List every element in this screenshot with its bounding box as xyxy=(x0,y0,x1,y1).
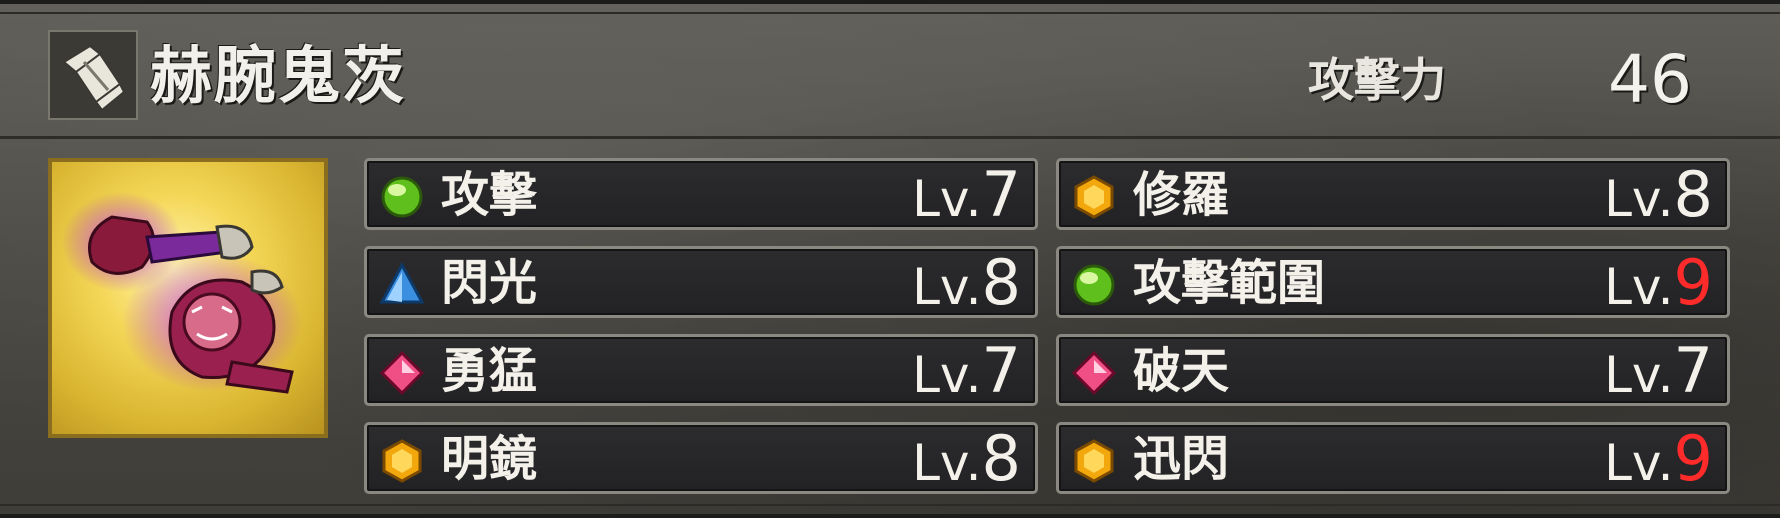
skill-row: 修羅 Lv.8 xyxy=(1056,158,1730,231)
weapon-header: 赫腕鬼茨 攻擊力 46 xyxy=(48,30,1748,130)
gold-hexagon-icon xyxy=(1071,174,1117,220)
skill-level: Lv.9 xyxy=(1604,246,1713,319)
gold-hexagon-icon xyxy=(379,438,425,484)
pink-diamond-icon xyxy=(379,350,425,396)
skill-level: Lv.7 xyxy=(1604,334,1713,407)
skill-row: 勇猛 Lv.7 xyxy=(364,334,1038,407)
weapon-name: 赫腕鬼茨 xyxy=(150,39,407,112)
blue-pyramid-icon xyxy=(379,261,425,308)
skill-name: 攻擊範圍 xyxy=(1133,255,1326,311)
skill-level: Lv.9 xyxy=(1604,422,1713,495)
skill-row: 攻擊範圍 Lv.9 xyxy=(1056,246,1730,319)
skill-name: 勇猛 xyxy=(441,343,538,399)
skill-level: Lv.8 xyxy=(1604,158,1713,231)
skill-row: 破天 Lv.7 xyxy=(1056,334,1730,407)
skill-level: Lv.7 xyxy=(912,334,1021,407)
green-orb-icon xyxy=(379,174,425,220)
weapon-detail-panel: 赫腕鬼茨 攻擊力 46 攻擊 Lv.7 修羅 Lv.8 閃光 Lv.8 攻擊範圍… xyxy=(0,0,1780,518)
skill-level: Lv.8 xyxy=(912,246,1021,319)
oni-gauntlet-weapon-art xyxy=(62,192,302,394)
skill-name: 修羅 xyxy=(1133,167,1230,223)
skill-name: 閃光 xyxy=(441,255,538,311)
attack-power-label: 攻擊力 xyxy=(1308,53,1446,107)
attack-power-value: 46 xyxy=(1608,41,1692,118)
skill-name: 迅閃 xyxy=(1133,431,1230,487)
skill-name: 攻擊 xyxy=(441,167,538,223)
skill-row: 閃光 Lv.8 xyxy=(364,246,1038,319)
gauntlet-icon xyxy=(48,30,138,120)
pink-diamond-icon xyxy=(1071,350,1117,396)
skill-level: Lv.7 xyxy=(912,158,1021,231)
skill-level: Lv.8 xyxy=(912,422,1021,495)
skill-name: 破天 xyxy=(1133,343,1230,399)
green-orb-icon xyxy=(1071,262,1117,308)
gold-hexagon-icon xyxy=(1071,438,1117,484)
skill-row: 攻擊 Lv.7 xyxy=(364,158,1038,231)
skill-row: 迅閃 Lv.9 xyxy=(1056,422,1730,495)
skill-row: 明鏡 Lv.8 xyxy=(364,422,1038,495)
header-divider xyxy=(0,136,1780,139)
weapon-portrait xyxy=(48,158,328,438)
skill-name: 明鏡 xyxy=(441,431,538,487)
